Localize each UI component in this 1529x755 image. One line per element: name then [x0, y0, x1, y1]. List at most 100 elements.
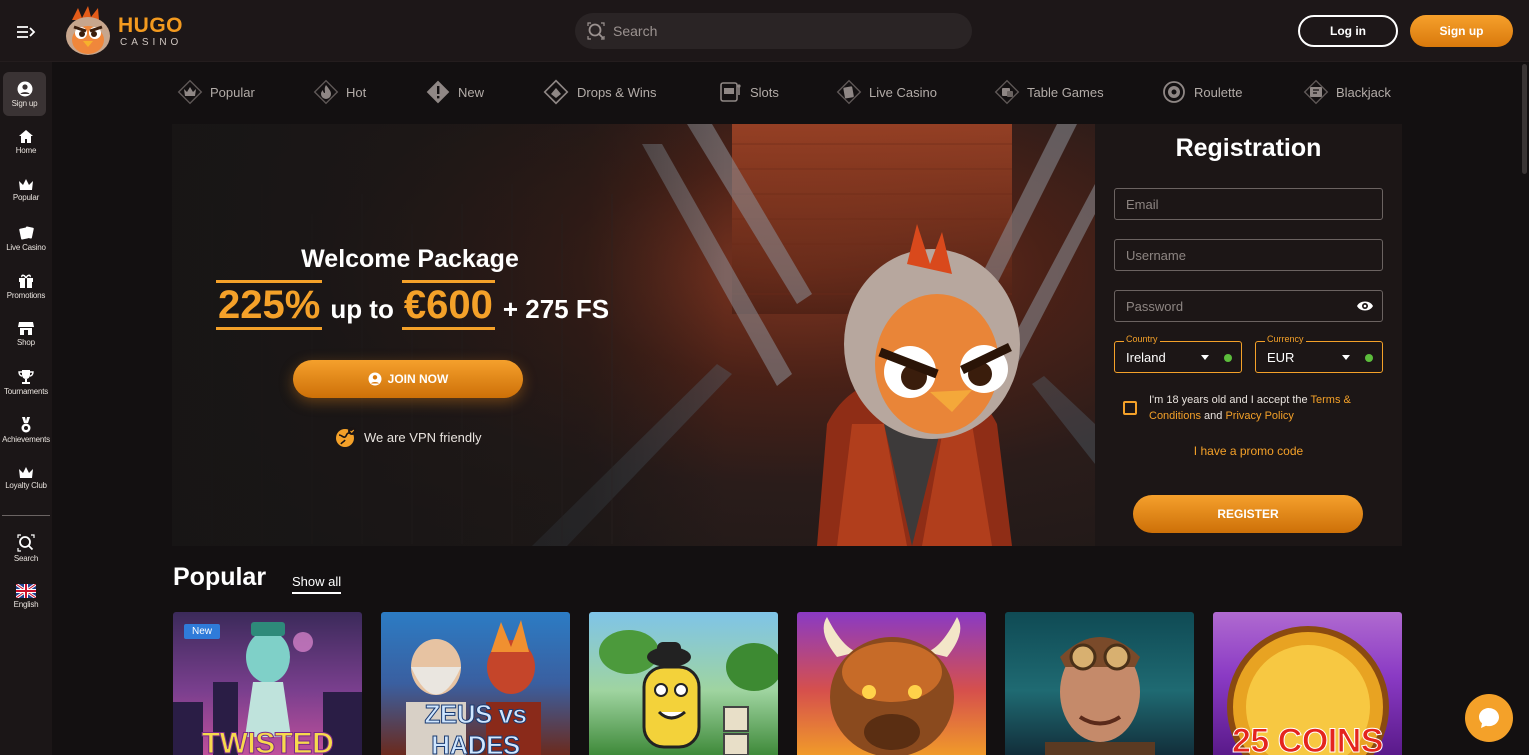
category-roulette[interactable]: Roulette: [1161, 78, 1242, 106]
terms-and: and: [1204, 410, 1223, 422]
slot-machine-icon: [720, 82, 741, 102]
currency-label: Currency: [1265, 334, 1306, 344]
new-badge: New: [184, 624, 221, 639]
category-new[interactable]: New: [425, 78, 484, 106]
sidebar-item-live-casino[interactable]: Live Casino: [0, 216, 52, 260]
game-tile[interactable]: [1005, 612, 1194, 755]
join-now-button[interactable]: JOIN NOW: [293, 360, 523, 398]
signup-button[interactable]: Sign up: [1410, 15, 1513, 47]
bonus-connector: up to: [330, 294, 394, 324]
uk-flag-icon: [16, 583, 36, 598]
user-icon: [368, 372, 382, 386]
category-label: Roulette: [1194, 84, 1243, 100]
bonus-amount: €600: [401, 280, 495, 330]
page-scrollbar[interactable]: [1522, 64, 1527, 174]
currency-select[interactable]: Currency EUR: [1255, 334, 1383, 373]
sidebar: Sign up Home Popular Live Casino Promoti…: [0, 62, 52, 755]
category-blackjack[interactable]: Blackjack: [1303, 78, 1391, 106]
bonus-headline: 225% up to €600 + 275 FS: [216, 280, 617, 330]
bonus-percentage: 225%: [216, 280, 323, 330]
vpn-notice: We are VPN friendly: [335, 426, 482, 448]
chevron-down-icon: [1201, 355, 1209, 360]
sidebar-item-home[interactable]: Home: [0, 120, 52, 164]
sidebar-item-promotions[interactable]: Promotions: [0, 264, 52, 308]
sidebar-item-loyalty-club[interactable]: Loyalty Club: [0, 456, 52, 500]
chat-icon: [1479, 708, 1499, 728]
show-password-icon[interactable]: [1356, 299, 1374, 313]
category-label: Hot: [346, 84, 367, 100]
country-select[interactable]: Country Ireland: [1114, 334, 1242, 373]
sidebar-item-label: Sign up: [11, 98, 38, 108]
logo[interactable]: HUGO CASINO: [62, 6, 192, 58]
sidebar-item-label: Shop: [17, 338, 35, 347]
search-bar[interactable]: [575, 13, 972, 49]
country-value: Ireland: [1126, 350, 1166, 365]
username-field[interactable]: [1114, 239, 1383, 271]
category-label: Table Games: [1027, 84, 1104, 100]
sidebar-item-popular[interactable]: Popular: [0, 168, 52, 212]
game-title: TWISTED: [201, 727, 334, 755]
sidebar-item-tournaments[interactable]: Tournaments: [0, 360, 52, 404]
promo-code-link[interactable]: I have a promo code: [1095, 444, 1402, 458]
flame-icon: [313, 79, 339, 105]
category-drops-wins[interactable]: Drops & Wins: [542, 78, 656, 106]
privacy-policy-link[interactable]: Privacy Policy: [1225, 410, 1293, 422]
email-input[interactable]: [1115, 189, 1382, 219]
home-icon: [19, 130, 33, 143]
password-input[interactable]: [1115, 291, 1382, 321]
category-label: New: [458, 84, 485, 100]
globe-icon: [336, 427, 356, 447]
hero-background-image: [172, 124, 1095, 546]
sidebar-item-search[interactable]: Search: [0, 526, 52, 570]
category-popular[interactable]: Popular: [177, 78, 255, 106]
username-input[interactable]: [1115, 240, 1382, 270]
register-button[interactable]: REGISTER: [1133, 495, 1363, 533]
game-tile[interactable]: [797, 612, 986, 755]
drop-icon: [543, 79, 569, 105]
sidebar-item-label: Live Casino: [6, 242, 46, 252]
category-label: Drops & Wins: [577, 84, 657, 100]
show-all-link[interactable]: Show all: [292, 574, 342, 594]
registration-panel: Registration Country Ireland Currency EU…: [1095, 124, 1402, 546]
search-icon: [17, 533, 35, 552]
game-thumbnail-image: [599, 630, 778, 755]
sidebar-item-label: Achievements: [2, 434, 50, 444]
email-field[interactable]: [1114, 188, 1383, 220]
top-bar: HUGO CASINO Log in Sign up: [0, 0, 1529, 62]
search-icon: [587, 22, 605, 40]
password-field[interactable]: [1114, 290, 1383, 322]
sidebar-item-label: English: [13, 599, 39, 609]
vpn-label: We are VPN friendly: [364, 429, 482, 445]
category-table-games[interactable]: Table Games: [994, 78, 1104, 106]
sidebar-item-shop[interactable]: Shop: [0, 312, 52, 356]
chat-button[interactable]: [1465, 694, 1513, 742]
dice-icon: [994, 79, 1020, 105]
sidebar-item-language[interactable]: English: [0, 574, 52, 618]
hero-banner: Welcome Package 225% up to €600 + 275 FS…: [172, 124, 1095, 546]
category-nav: Popular Hot New Drops & Wins Slots Live …: [172, 72, 1402, 110]
terms-prefix: I'm 18 years old and I accept the: [1149, 394, 1308, 406]
game-tile[interactable]: New TWISTED: [173, 612, 362, 755]
medal-icon: [21, 416, 31, 432]
category-live-casino[interactable]: Live Casino: [836, 78, 937, 106]
sidebar-item-sign-up[interactable]: Sign up: [3, 72, 46, 116]
menu-toggle-icon[interactable]: [15, 22, 37, 42]
bonus-free-spins: + 275 FS: [502, 294, 610, 324]
crown-icon: [19, 179, 33, 190]
crown-icon: [177, 79, 203, 105]
game-tile[interactable]: [589, 612, 778, 755]
sidebar-item-label: Promotions: [6, 290, 46, 300]
search-input[interactable]: [613, 23, 933, 39]
sidebar-item-label: Search: [13, 553, 39, 563]
popular-section-title: Popular: [173, 563, 267, 591]
sidebar-item-label: Home: [15, 146, 37, 155]
sidebar-item-achievements[interactable]: Achievements: [0, 408, 52, 452]
chevron-down-icon: [1342, 355, 1350, 360]
category-hot[interactable]: Hot: [313, 78, 366, 106]
category-slots[interactable]: Slots: [717, 78, 779, 106]
login-button[interactable]: Log in: [1298, 15, 1398, 47]
sidebar-item-label: Tournaments: [3, 386, 49, 396]
game-tile[interactable]: 25 COINS: [1213, 612, 1402, 755]
game-tile[interactable]: ZEUS vs HADES: [381, 612, 570, 755]
terms-checkbox[interactable]: [1123, 401, 1137, 415]
